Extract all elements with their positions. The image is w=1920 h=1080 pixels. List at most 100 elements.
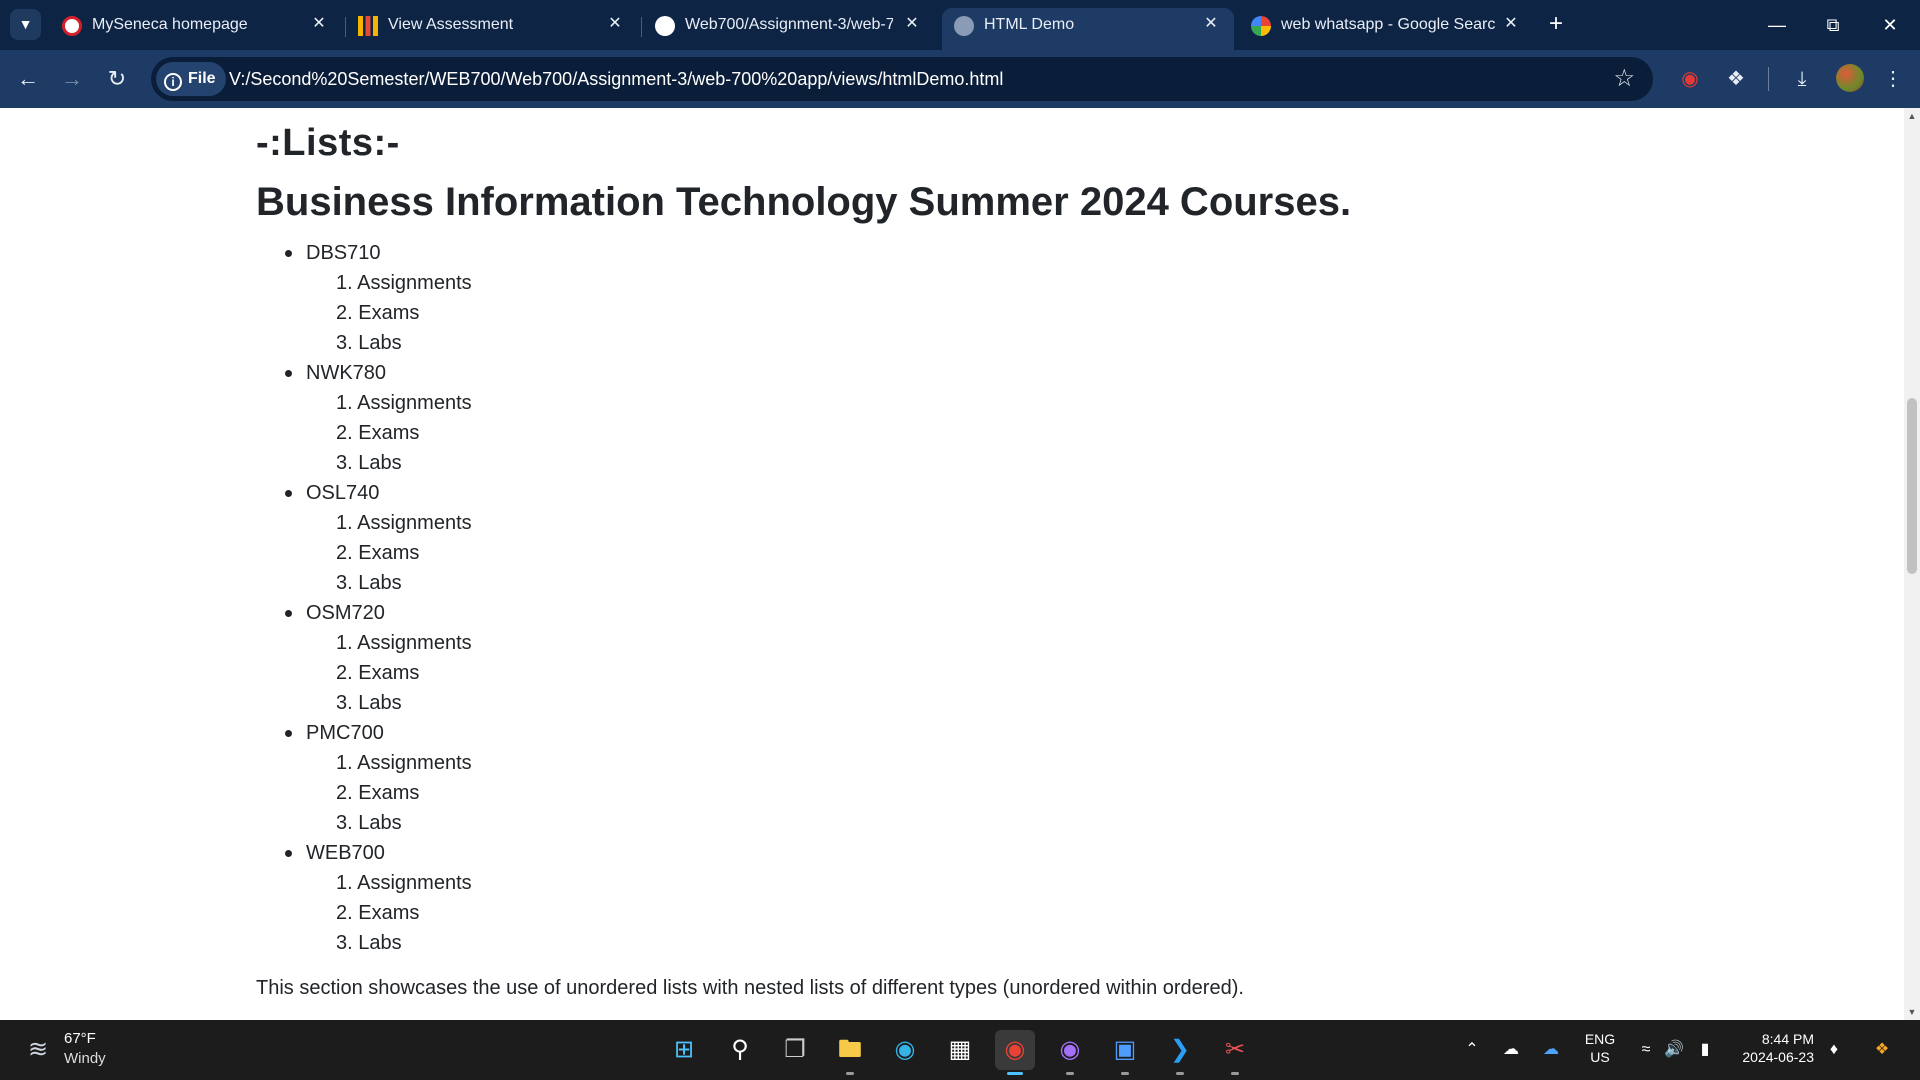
- section-heading: -:Lists:-: [256, 122, 400, 164]
- language-indicator[interactable]: ENG US: [1580, 1030, 1620, 1066]
- course-code: NWK780: [306, 362, 387, 384]
- reload-button[interactable]: ↻: [101, 63, 133, 95]
- new-tab-button[interactable]: +: [1542, 11, 1570, 39]
- close-icon[interactable]: ✕: [308, 13, 330, 35]
- list-item: 1. Assignments: [336, 632, 472, 654]
- tab-html-demo[interactable]: HTML Demo ✕: [942, 8, 1234, 50]
- camera-app-icon[interactable]: ▣: [1105, 1030, 1145, 1070]
- arrow-right-icon: →: [61, 66, 83, 91]
- active-app-indicator: [1007, 1072, 1023, 1075]
- list-item: 3. Labs: [336, 572, 402, 594]
- tab-google-search[interactable]: web whatsapp - Google Search ✕: [1239, 8, 1531, 50]
- extensions-puzzle-icon[interactable]: ❖: [1721, 64, 1751, 94]
- running-indicator: [1121, 1072, 1129, 1075]
- github-desktop-icon[interactable]: ◉: [1050, 1030, 1090, 1070]
- close-icon[interactable]: ✕: [604, 13, 626, 35]
- page-viewport: -:Lists:- Business Information Technolog…: [0, 108, 1904, 1020]
- restore-icon: ⧉: [1826, 15, 1840, 35]
- wifi-icon[interactable]: ≈: [1634, 1030, 1658, 1070]
- nested-list: 1. Assignments 2. Exams 3. Labs: [306, 868, 472, 958]
- forward-button[interactable]: →: [56, 63, 88, 95]
- download-icon[interactable]: ⤓: [1787, 64, 1817, 94]
- course-list: DBS710 1. Assignments 2. Exams 3. Labs N…: [256, 238, 472, 958]
- list-item: 3. Labs: [336, 692, 402, 714]
- running-indicator: [1066, 1072, 1074, 1075]
- plus-icon: +: [1548, 10, 1563, 37]
- nested-list: 1. Assignments 2. Exams 3. Labs: [306, 268, 472, 358]
- tab-github[interactable]: Web700/Assignment-3/web-70 ✕: [643, 8, 935, 50]
- reload-icon: ↻: [107, 66, 127, 91]
- weather-temperature[interactable]: 67°F: [64, 1030, 96, 1047]
- clock-time: 8:44 PM: [1761, 1031, 1814, 1047]
- tab-title: Web700/Assignment-3/web-70: [685, 16, 893, 33]
- onedrive-cloud-icon[interactable]: ☁: [1498, 1030, 1524, 1070]
- address-bar[interactable]: i File V:/Second%20Semester/WEB700/Web700…: [151, 57, 1653, 101]
- scroll-up-arrow-icon[interactable]: ▲: [1904, 108, 1920, 124]
- snipping-tool-icon[interactable]: ✂: [1215, 1030, 1255, 1070]
- system-clock[interactable]: 8:44 PM 2024-06-23: [1730, 1030, 1814, 1066]
- scrollbar-thumb[interactable]: [1907, 398, 1917, 574]
- tab-view-assessment[interactable]: View Assessment ✕: [346, 8, 638, 50]
- scroll-down-arrow-icon[interactable]: ▼: [1904, 1004, 1920, 1020]
- list-item: 3. Labs: [336, 452, 402, 474]
- bookmark-star-icon[interactable]: ☆: [1613, 65, 1635, 93]
- close-icon[interactable]: ✕: [1200, 13, 1222, 35]
- minimize-button[interactable]: —: [1757, 10, 1797, 40]
- microsoft-store-icon[interactable]: ▦: [940, 1030, 980, 1070]
- list-item: OSL740 1. Assignments 2. Exams 3. Labs: [256, 478, 472, 598]
- clock-date: 2024-06-23: [1742, 1049, 1814, 1065]
- list-item: OSM720 1. Assignments 2. Exams 3. Labs: [256, 598, 472, 718]
- section-description: This section showcases the use of unorde…: [256, 977, 1244, 999]
- close-icon: ✕: [1882, 15, 1898, 35]
- file-explorer-icon[interactable]: 🖿: [830, 1030, 870, 1070]
- list-item: 1. Assignments: [336, 272, 472, 294]
- list-item: DBS710 1. Assignments 2. Exams 3. Labs: [256, 238, 472, 358]
- menu-kebab-icon[interactable]: ⋮: [1878, 64, 1908, 94]
- close-icon[interactable]: ✕: [1500, 13, 1522, 35]
- windy-weather-icon[interactable]: ≋: [22, 1034, 54, 1066]
- notification-bell-icon[interactable]: ♦: [1822, 1030, 1846, 1070]
- copilot-icon[interactable]: ❖: [1864, 1030, 1900, 1070]
- list-item: 3. Labs: [336, 932, 402, 954]
- bullet-icon: [285, 850, 292, 857]
- site-chip-label: File: [188, 70, 216, 87]
- edge-browser-icon[interactable]: ◉: [885, 1030, 925, 1070]
- close-window-button[interactable]: ✕: [1870, 10, 1910, 40]
- tab-search-button[interactable]: ▼: [10, 9, 41, 40]
- list-item: 1. Assignments: [336, 392, 472, 414]
- bullet-icon: [285, 730, 292, 737]
- vscode-icon[interactable]: ❯: [1160, 1030, 1200, 1070]
- weather-condition[interactable]: Windy: [64, 1050, 106, 1067]
- tab-title: HTML Demo: [984, 16, 1075, 33]
- chevron-up-icon[interactable]: ⌃: [1460, 1030, 1484, 1070]
- arrow-left-icon: ←: [17, 66, 39, 91]
- tab-myseneca[interactable]: MySeneca homepage ✕: [50, 8, 342, 50]
- running-indicator: [1231, 1072, 1239, 1075]
- restore-button[interactable]: ⧉: [1813, 10, 1853, 40]
- extension-record-icon[interactable]: ◉: [1675, 64, 1705, 94]
- volume-icon[interactable]: 🔊: [1662, 1030, 1686, 1070]
- list-item: 2. Exams: [336, 902, 420, 924]
- list-item: 2. Exams: [336, 662, 420, 684]
- onedrive-sync-icon[interactable]: ☁: [1538, 1030, 1564, 1070]
- course-code: PMC700: [306, 722, 384, 744]
- nested-list: 1. Assignments 2. Exams 3. Labs: [306, 508, 472, 598]
- list-item: PMC700 1. Assignments 2. Exams 3. Labs: [256, 718, 472, 838]
- url-text[interactable]: V:/Second%20Semester/WEB700/Web700/Assig…: [229, 57, 1003, 101]
- chrome-browser-icon[interactable]: ◉: [995, 1030, 1035, 1070]
- close-icon[interactable]: ✕: [901, 13, 923, 35]
- vertical-scrollbar[interactable]: ▲ ▼: [1904, 108, 1920, 1020]
- start-windows-icon[interactable]: ⊞: [664, 1030, 704, 1070]
- task-view-icon[interactable]: ❐: [775, 1030, 815, 1070]
- running-indicator: [1176, 1072, 1184, 1075]
- nested-list: 1. Assignments 2. Exams 3. Labs: [306, 628, 472, 718]
- profile-avatar[interactable]: [1836, 64, 1864, 92]
- search-icon[interactable]: ⚲: [720, 1030, 760, 1070]
- running-indicator: [846, 1072, 854, 1075]
- info-icon: i: [164, 73, 182, 91]
- bullet-icon: [285, 370, 292, 377]
- back-button[interactable]: ←: [12, 63, 44, 95]
- battery-icon[interactable]: ▮: [1692, 1030, 1718, 1070]
- site-info-chip[interactable]: i File: [156, 62, 226, 96]
- github-icon: [655, 16, 675, 36]
